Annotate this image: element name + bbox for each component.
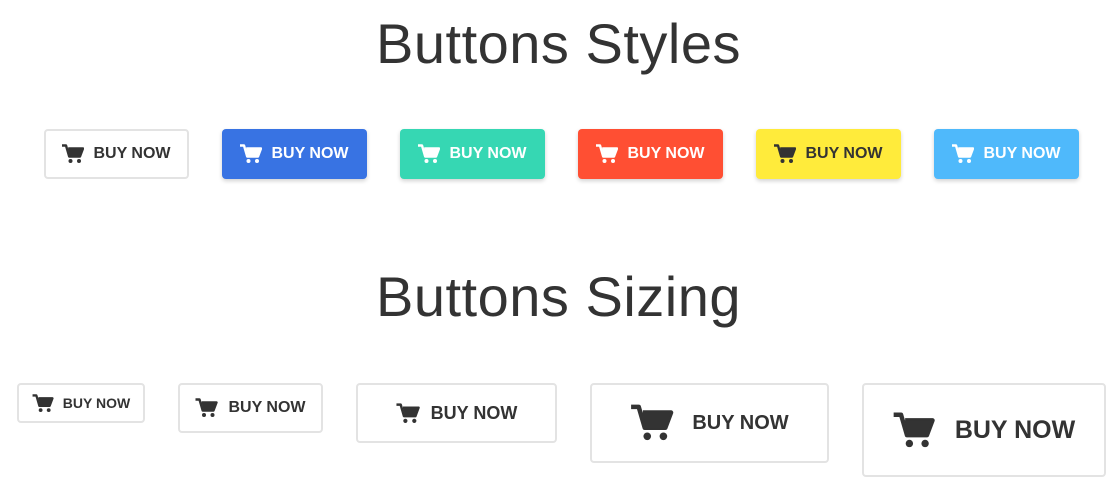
buttons-sizing-heading: Buttons Sizing — [376, 265, 741, 328]
shopping-cart-icon — [774, 144, 797, 164]
buy-now-button-teal[interactable]: BUY NOW — [400, 129, 545, 179]
buy-now-label: BUY NOW — [954, 415, 1076, 444]
buy-now-button-blue[interactable]: BUY NOW — [222, 129, 367, 179]
buy-now-button-default[interactable]: BUY NOW — [44, 129, 189, 179]
shopping-cart-icon — [596, 144, 619, 164]
buy-now-button-small[interactable]: BUY NOW — [178, 383, 323, 433]
shopping-cart-icon — [195, 398, 219, 418]
buy-now-label: BUY NOW — [983, 145, 1061, 162]
shopping-cart-icon — [893, 412, 935, 449]
buy-now-button-light-blue[interactable]: BUY NOW — [934, 129, 1079, 179]
buy-now-button-default-size[interactable]: BUY NOW — [356, 383, 557, 443]
shopping-cart-icon — [62, 144, 85, 164]
buy-now-button-extra-small[interactable]: BUY NOW — [17, 383, 145, 423]
buy-now-label: BUY NOW — [805, 145, 883, 162]
buy-now-label: BUY NOW — [271, 145, 349, 162]
shopping-cart-icon — [240, 144, 263, 164]
buy-now-label: BUY NOW — [627, 145, 705, 162]
shopping-cart-icon — [630, 404, 674, 442]
buy-now-label: BUY NOW — [692, 411, 789, 434]
buy-now-button-large[interactable]: BUY NOW — [590, 383, 829, 463]
shopping-cart-icon — [952, 144, 975, 164]
shopping-cart-icon — [32, 393, 54, 413]
buy-now-button-red[interactable]: BUY NOW — [578, 129, 723, 179]
buy-now-label: BUY NOW — [62, 395, 131, 411]
buy-now-label: BUY NOW — [430, 402, 518, 423]
buy-now-label: BUY NOW — [449, 145, 527, 162]
buttons-styles-heading: Buttons Styles — [376, 12, 741, 75]
buy-now-label: BUY NOW — [93, 145, 171, 162]
buy-now-button-extra-large[interactable]: BUY NOW — [862, 383, 1106, 477]
buy-now-button-yellow[interactable]: BUY NOW — [756, 129, 901, 179]
shopping-cart-icon — [418, 144, 441, 164]
shopping-cart-icon — [396, 402, 420, 424]
buy-now-label: BUY NOW — [228, 399, 306, 416]
